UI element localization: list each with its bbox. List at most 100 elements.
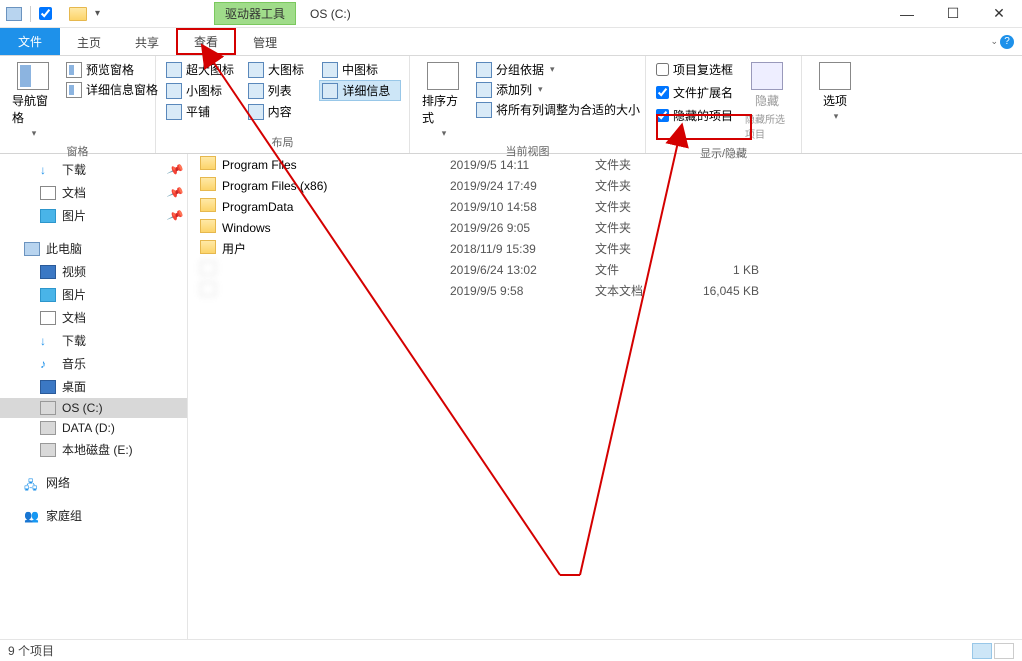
file-type: 文件夹 <box>595 240 685 257</box>
sidebar-item[interactable]: 图片 <box>0 283 187 306</box>
file-list[interactable]: Program Files2019/9/5 14:11文件夹Program Fi… <box>188 154 1022 639</box>
sidebar-item[interactable]: 此电脑 <box>0 237 187 260</box>
status-bar: 9 个项目 <box>0 639 1022 661</box>
drive-icon <box>40 401 56 415</box>
preview-pane-button[interactable]: 预览窗格 <box>64 60 160 79</box>
folder-icon <box>200 156 216 170</box>
file-row[interactable]: ProgramData2019/9/10 14:58文件夹 <box>188 196 1022 217</box>
sidebar-item-label: 文档 <box>62 184 86 201</box>
sidebar-item[interactable]: 视频 <box>0 260 187 283</box>
item-checkboxes-toggle[interactable]: 项目复选框 <box>654 60 735 79</box>
layout-m-icons[interactable]: 中图标 <box>320 60 392 79</box>
vid-icon <box>40 265 56 279</box>
context-tab-drive-tools[interactable]: 驱动器工具 <box>214 2 296 25</box>
pin-icon: 📌 <box>166 160 185 178</box>
sidebar-item[interactable]: ↓ 下载 <box>0 329 187 352</box>
layout-content[interactable]: 内容 <box>246 102 318 121</box>
sidebar-item[interactable]: ↓ 下载 📌 <box>0 158 187 181</box>
view-details-icon[interactable] <box>972 643 992 659</box>
layout-tiles[interactable]: 平铺 <box>164 102 244 121</box>
layout-s-icons[interactable]: 小图标 <box>164 80 244 101</box>
layout-l-icons[interactable]: 大图标 <box>246 60 318 79</box>
file-size: 1 KB <box>685 263 775 277</box>
ribbon-help[interactable]: ⌄? <box>988 28 1022 55</box>
add-columns-button[interactable]: 添加列▾ <box>474 80 642 99</box>
sidebar-item-label: 桌面 <box>62 378 86 395</box>
file-row[interactable]: 用户2018/11/9 15:39文件夹 <box>188 238 1022 259</box>
options-button[interactable]: 选项 ▾ <box>810 60 860 136</box>
tab-share[interactable]: 共享 <box>118 28 176 55</box>
layout-list[interactable]: 列表 <box>246 80 318 101</box>
sidebar-item[interactable]: 文档📌 <box>0 181 187 204</box>
folder-icon <box>200 219 216 233</box>
window-title: OS (C:) <box>310 7 351 21</box>
sidebar-item[interactable]: 👥家庭组 <box>0 504 187 527</box>
network-icon: 🖧 <box>24 476 40 490</box>
sidebar-item[interactable]: ♪音乐 <box>0 352 187 375</box>
sidebar-item[interactable]: 文档 <box>0 306 187 329</box>
sidebar-item[interactable]: OS (C:) <box>0 398 187 418</box>
title-bar: ▾ 驱动器工具 OS (C:) — ☐ ✕ <box>0 0 1022 28</box>
sort-by-label: 排序方式 <box>422 92 464 126</box>
sidebar-item[interactable]: DATA (D:) <box>0 418 187 438</box>
sidebar-item[interactable]: 本地磁盘 (E:) <box>0 438 187 461</box>
tab-view[interactable]: 查看 <box>176 28 236 55</box>
folder-icon <box>200 240 216 254</box>
file-row[interactable]: Program Files (x86)2019/9/24 17:49文件夹 <box>188 175 1022 196</box>
layout-details[interactable]: 详细信息 <box>319 80 401 101</box>
file-date: 2019/9/10 14:58 <box>450 200 595 214</box>
minimize-button[interactable]: — <box>884 0 930 28</box>
pic-icon <box>40 209 56 223</box>
file-icon <box>200 282 216 296</box>
tab-file[interactable]: 文件 <box>0 28 60 55</box>
file-row[interactable]: Program Files2019/9/5 14:11文件夹 <box>188 154 1022 175</box>
qat-checkbox[interactable] <box>39 7 52 20</box>
main-area: ↓下载📌文档📌图片📌此电脑视频图片文档↓下载♪音乐桌面OS (C:)DATA (… <box>0 154 1022 639</box>
sidebar-item-label: 家庭组 <box>46 507 82 524</box>
sidebar-item-label: 图片 <box>62 207 86 224</box>
sidebar-item-label: 音乐 <box>62 355 86 372</box>
sidebar-item-label: 下载 <box>62 332 86 349</box>
nav-pane-button[interactable]: 导航窗格 ▾ <box>8 60 58 141</box>
download-icon: ↓ <box>40 163 56 177</box>
folder-icon <box>69 7 87 21</box>
drive-icon <box>6 7 22 21</box>
sidebar-item[interactable]: 桌面 <box>0 375 187 398</box>
ribbon-tabs: 文件 主页 共享 查看 管理 ⌄? <box>0 28 1022 56</box>
details-pane-button[interactable]: 详细信息窗格 <box>64 80 160 99</box>
file-type: 文件 <box>595 261 685 278</box>
file-row[interactable]: 2019/9/5 9:58文本文档16,045 KB <box>188 280 1022 301</box>
maximize-button[interactable]: ☐ <box>930 0 976 28</box>
download-icon: ↓ <box>40 334 56 348</box>
sidebar-item[interactable]: 🖧 网络 <box>0 471 187 494</box>
close-button[interactable]: ✕ <box>976 0 1022 28</box>
sidebar-item[interactable]: 图片📌 <box>0 204 187 227</box>
sidebar-item-label: 图片 <box>62 286 86 303</box>
tab-home[interactable]: 主页 <box>60 28 118 55</box>
file-row[interactable]: 2019/6/24 13:02文件1 KB <box>188 259 1022 280</box>
fit-columns-button[interactable]: 将所有列调整为合适的大小 <box>474 100 642 119</box>
file-name: Program Files (x86) <box>222 179 327 193</box>
sidebar-item-label: 下载 <box>62 161 86 178</box>
file-date: 2018/11/9 15:39 <box>450 242 595 256</box>
file-date: 2019/9/26 9:05 <box>450 221 595 235</box>
file-type: 文件夹 <box>595 219 685 236</box>
file-extensions-toggle[interactable]: 文件扩展名 <box>654 83 735 102</box>
sidebar-item-label: OS (C:) <box>62 401 103 415</box>
nav-sidebar[interactable]: ↓下载📌文档📌图片📌此电脑视频图片文档↓下载♪音乐桌面OS (C:)DATA (… <box>0 154 188 639</box>
qat-dropdown[interactable]: ▾ <box>91 8 104 19</box>
view-large-icon[interactable] <box>994 643 1014 659</box>
file-size: 16,045 KB <box>685 284 775 298</box>
folder-icon <box>200 177 216 191</box>
group-by-button[interactable]: 分组依据▾ <box>474 60 642 79</box>
sort-by-button[interactable]: 排序方式 ▾ <box>418 60 468 141</box>
doc-icon <box>40 186 56 200</box>
sidebar-item-label: 网络 <box>46 474 70 491</box>
layout-xl-icons[interactable]: 超大图标 <box>164 60 244 79</box>
tab-manage[interactable]: 管理 <box>236 28 294 55</box>
annotation-highlight-hidden-items <box>656 114 752 140</box>
group-label-layout: 布局 <box>164 132 401 153</box>
drive-icon <box>40 421 56 435</box>
file-row[interactable]: Windows2019/9/26 9:05文件夹 <box>188 217 1022 238</box>
file-name: ProgramData <box>222 200 293 214</box>
